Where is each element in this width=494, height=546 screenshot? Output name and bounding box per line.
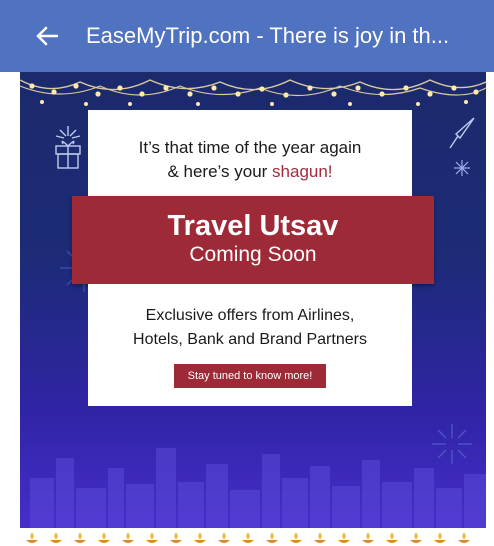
arrow-left-icon[interactable]	[34, 23, 60, 49]
headline-line-2: & here’s your	[167, 162, 273, 181]
headline-line-1: It’s that time of the year again	[138, 138, 362, 157]
shagun-highlight: shagun!	[272, 162, 333, 181]
promo-card-top: It’s that time of the year again & here’…	[88, 110, 412, 196]
diya-border-decoration	[20, 528, 486, 546]
stay-tuned-button[interactable]: Stay tuned to know more!	[173, 364, 327, 388]
ribbon-title: Travel Utsav	[167, 210, 339, 242]
promo-headline: It’s that time of the year again & here’…	[88, 136, 412, 184]
rocket-icon	[449, 117, 475, 149]
offers-line-2: Hotels, Bank and Brand Partners	[133, 331, 367, 348]
offers-text: Exclusive offers from Airlines, Hotels, …	[88, 304, 412, 352]
gift-icon	[55, 126, 81, 169]
sparkle-icon	[454, 160, 470, 176]
ribbon-subtitle: Coming Soon	[189, 243, 317, 266]
app-bar: EaseMyTrip.com - There is joy in th...	[0, 0, 494, 72]
travel-utsav-ribbon: Travel Utsav Coming Soon	[72, 196, 434, 284]
promo-card-bottom: Exclusive offers from Airlines, Hotels, …	[88, 284, 412, 406]
offers-line-1: Exclusive offers from Airlines,	[145, 307, 355, 324]
page-title: EaseMyTrip.com - There is joy in th...	[86, 23, 450, 48]
city-skyline-decoration	[30, 448, 486, 528]
